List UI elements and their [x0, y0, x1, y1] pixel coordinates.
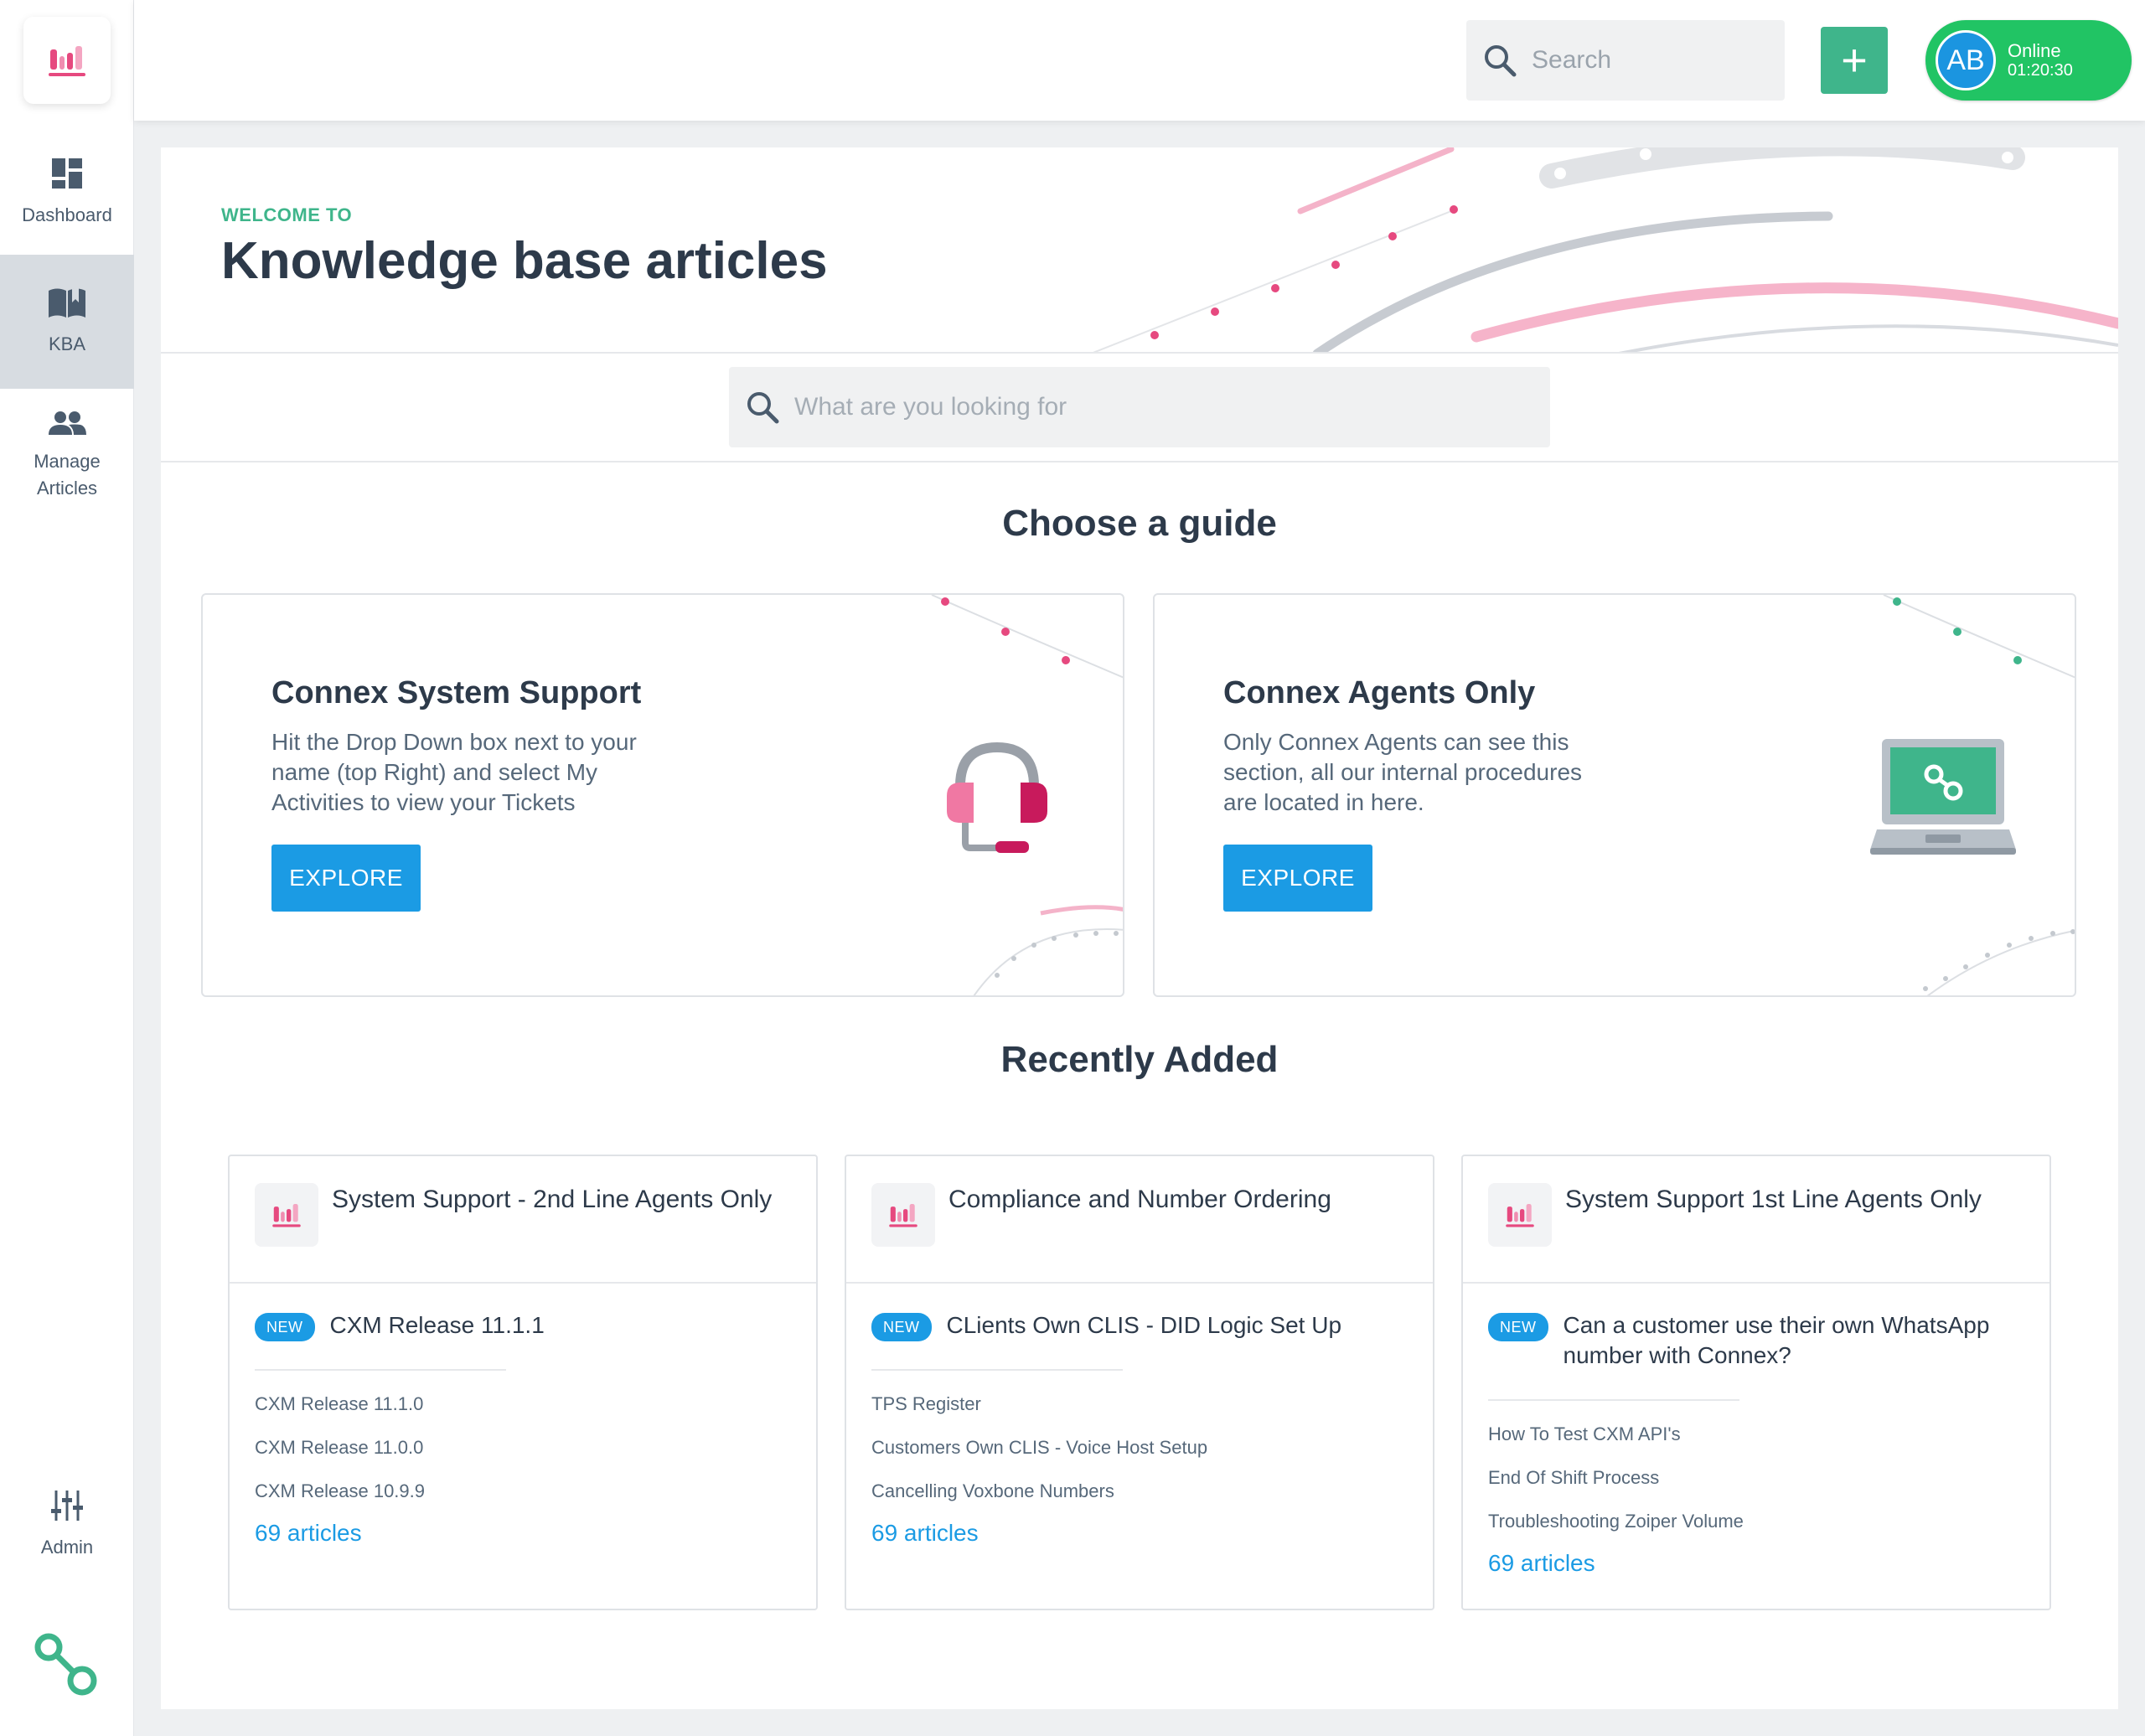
divider [871, 1369, 1123, 1371]
article-link[interactable]: End Of Shift Process [1488, 1456, 1744, 1500]
featured-article-title: CXM Release 11.1.1 [329, 1312, 545, 1338]
sidebar-item-manage-articles[interactable]: Manage Articles [0, 389, 134, 523]
article-link[interactable]: TPS Register [871, 1382, 1207, 1426]
global-search-input[interactable] [1532, 46, 1766, 75]
article-list: How To Test CXM API's End Of Shift Proce… [1488, 1413, 1744, 1543]
connex-logo-icon [889, 1204, 917, 1227]
sidebar-item-dashboard[interactable]: Dashboard [0, 126, 134, 260]
sliders-icon [51, 1491, 83, 1522]
choose-guide-heading: Choose a guide [1002, 503, 1277, 544]
book-icon [49, 287, 85, 318]
article-link[interactable]: Customers Own CLIS - Voice Host Setup [871, 1426, 1207, 1470]
category-title: Compliance and Number Ordering [948, 1186, 1331, 1213]
category-icon [871, 1183, 935, 1247]
main-panel: WELCOME TO Knowledge base articles Choos… [161, 147, 2118, 1709]
article-link[interactable]: CXM Release 11.1.0 [255, 1382, 425, 1426]
sidebar-item-label: Dashboard [22, 204, 112, 226]
category-title: System Support 1st Line Agents Only [1565, 1186, 1982, 1213]
article-link[interactable]: Troubleshooting Zoiper Volume [1488, 1500, 1744, 1543]
search-icon [1485, 45, 1517, 77]
guide-title: Connex Agents Only [1223, 675, 1536, 710]
article-count-link[interactable]: 69 articles [871, 1520, 979, 1547]
guide-title: Connex System Support [271, 675, 642, 710]
users-icon [49, 411, 86, 436]
guide-description: Hit the Drop Down box next to your name … [271, 729, 637, 815]
sidebar-item-admin[interactable]: Admin [0, 1458, 134, 1592]
new-badge: NEW [871, 1313, 932, 1341]
recent-card: System Support - 2nd Line Agents Only NE… [228, 1155, 818, 1610]
recent-card-header[interactable]: System Support 1st Line Agents Only [1463, 1156, 2049, 1284]
page-title: Knowledge base articles [221, 232, 828, 290]
global-search[interactable] [1466, 20, 1785, 101]
recent-card: System Support 1st Line Agents Only NEW … [1461, 1155, 2051, 1610]
connex-logo-icon [272, 1204, 301, 1227]
headset-icon [947, 741, 1047, 853]
connex-link-icon[interactable] [34, 1632, 101, 1699]
article-list: TPS Register Customers Own CLIS - Voice … [871, 1382, 1207, 1513]
kb-search[interactable] [729, 367, 1550, 447]
article-count-link[interactable]: 69 articles [1488, 1550, 1595, 1577]
guide-card-system-support[interactable]: Connex System Support Hit the Drop Down … [201, 593, 1124, 997]
guide-description: Only Connex Agents can see this section,… [1223, 729, 1583, 815]
recently-added-heading: Recently Added [1000, 1039, 1279, 1080]
featured-article[interactable]: NEW CLients Own CLIS - DID Logic Set Up [871, 1310, 1408, 1341]
app-logo[interactable] [23, 17, 111, 104]
hero-banner: WELCOME TO Knowledge base articles [161, 147, 2118, 354]
sidebar-item-kba[interactable]: KBA [0, 255, 134, 389]
kb-search-section [161, 354, 2118, 462]
search-icon [747, 392, 779, 424]
user-status-toggle[interactable]: AB Online 01:20:30 [1925, 20, 2132, 101]
status-text: Online 01:20:30 [2008, 40, 2073, 80]
sidebar-item-label: Admin [40, 1537, 94, 1558]
category-icon [1488, 1183, 1552, 1247]
top-bar: + AB Online 01:20:30 [134, 0, 2145, 121]
article-count-link[interactable]: 69 articles [255, 1520, 362, 1547]
sidebar-item-label: KBA [48, 333, 86, 355]
connex-logo-icon [1506, 1204, 1534, 1227]
recent-card: Compliance and Number Ordering NEW CLien… [845, 1155, 1434, 1610]
article-link[interactable]: CXM Release 10.9.9 [255, 1470, 425, 1513]
article-link[interactable]: How To Test CXM API's [1488, 1413, 1744, 1456]
category-title: System Support - 2nd Line Agents Only [332, 1186, 773, 1213]
sidebar-item-label: Manage Articles [34, 451, 101, 499]
article-link[interactable]: Cancelling Voxbone Numbers [871, 1470, 1207, 1513]
avatar[interactable]: AB [1936, 30, 1996, 90]
sidebar: Dashboard KBA Manage Articles Admin [0, 0, 134, 1736]
status-timer: 01:20:30 [2008, 61, 2073, 80]
recent-card-header[interactable]: Compliance and Number Ordering [846, 1156, 1433, 1284]
divider [1488, 1399, 1739, 1401]
recent-card-header[interactable]: System Support - 2nd Line Agents Only [230, 1156, 816, 1284]
explore-button[interactable]: EXPLORE [271, 845, 421, 912]
guide-card-agents-only[interactable]: Connex Agents Only Only Connex Agents ca… [1153, 593, 2076, 997]
kb-search-input[interactable] [794, 393, 1532, 421]
welcome-label: WELCOME TO [221, 204, 353, 225]
new-badge: NEW [1488, 1313, 1548, 1341]
featured-article[interactable]: NEW CXM Release 11.1.1 [255, 1310, 791, 1341]
article-link[interactable]: CXM Release 11.0.0 [255, 1426, 425, 1470]
featured-article-title: CLients Own CLIS - DID Logic Set Up [946, 1312, 1342, 1338]
connex-logo-icon [49, 46, 85, 76]
divider [255, 1369, 506, 1371]
add-button[interactable]: + [1821, 27, 1888, 94]
dashboard-icon [52, 158, 82, 189]
explore-button[interactable]: EXPLORE [1223, 845, 1372, 912]
laptop-icon [1870, 739, 2016, 855]
status-label: Online [2008, 39, 2061, 61]
new-badge: NEW [255, 1313, 315, 1341]
article-list: CXM Release 11.1.0 CXM Release 11.0.0 CX… [255, 1382, 425, 1513]
category-icon [255, 1183, 318, 1247]
featured-article[interactable]: NEW Can a customer use their own WhatsAp… [1488, 1310, 2024, 1371]
featured-article-title: Can a customer use their own WhatsApp nu… [1563, 1312, 1990, 1368]
